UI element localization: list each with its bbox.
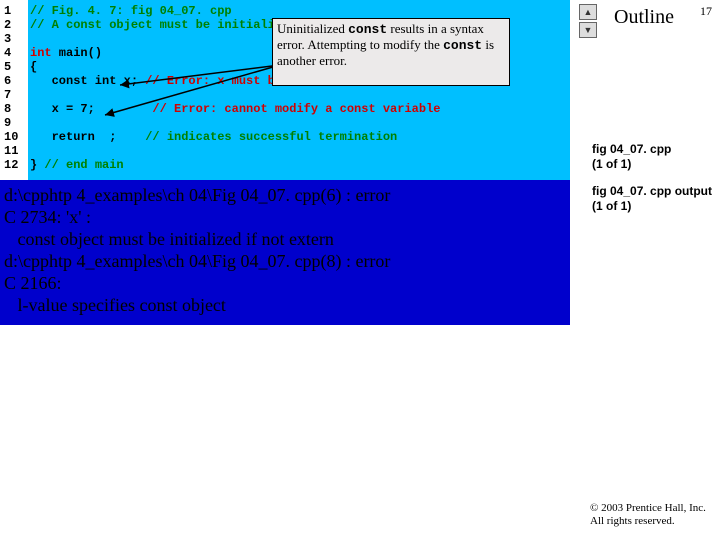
code-line-1: // Fig. 4. 7: fig 04_07. cpp — [30, 4, 232, 18]
code-err2: // Error: cannot modify a const variable — [152, 102, 440, 116]
code-return: return ; — [30, 130, 145, 144]
code-note10: // indicates successful termination — [145, 130, 397, 144]
code-const-decl: const int x; — [30, 74, 145, 88]
code-line-2: // A const object must be initialized — [30, 18, 296, 32]
code-brace-open: { — [30, 60, 37, 74]
code-note12: // end main — [44, 158, 123, 172]
nav-prev-button[interactable]: ▲ — [579, 4, 597, 20]
nav-buttons: ▲ ▼ — [579, 4, 597, 40]
copyright: © 2003 Prentice Hall, Inc. All rights re… — [590, 502, 720, 528]
slide: 1 2 3 4 5 6 7 8 9 10 11 12 // Fig. 4. 7:… — [0, 0, 720, 540]
outline-title: Outline — [614, 6, 674, 29]
callout-text-1: Uninitialized — [277, 21, 348, 36]
code-main: main() — [52, 46, 102, 60]
callout-const-2: const — [443, 38, 482, 53]
callout-const-1: const — [348, 22, 387, 37]
page-number: 17 — [700, 4, 712, 19]
line-numbers: 1 2 3 4 5 6 7 8 9 10 11 12 — [0, 0, 28, 180]
code-assign: x = 7; — [30, 102, 152, 116]
compiler-output: d:\cpphtp 4_examples\ch 04\Fig 04_07. cp… — [0, 182, 578, 318]
nav-next-button[interactable]: ▼ — [579, 22, 597, 38]
side-label-source: fig 04_07. cpp (1 of 1) — [592, 142, 671, 172]
callout-box: Uninitialized const results in a syntax … — [272, 18, 510, 86]
side-label-output: fig 04_07. cpp output (1 of 1) — [592, 184, 712, 214]
code-int-kw: int — [30, 46, 52, 60]
code-brace-close: } — [30, 158, 44, 172]
